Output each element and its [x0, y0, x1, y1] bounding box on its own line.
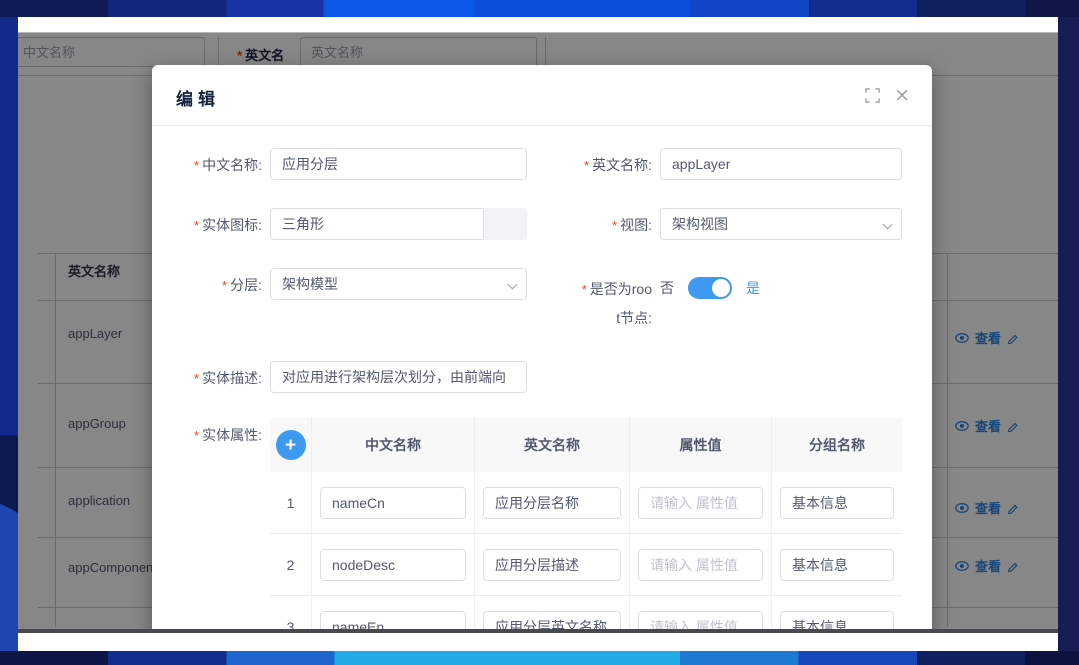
bottom-decor-band: [0, 651, 1079, 665]
fullscreen-icon[interactable]: [865, 88, 880, 103]
attr-value-input[interactable]: [638, 487, 763, 519]
en-name-label: *英文名称:: [550, 155, 652, 175]
decor-curve: [0, 497, 18, 651]
toggle-off-label: 否: [660, 278, 674, 298]
required-asterisk: *: [582, 282, 587, 297]
attribute-row: 1: [270, 472, 902, 534]
toggle-on-label: 是: [746, 278, 760, 298]
required-asterisk: *: [194, 371, 199, 386]
required-asterisk: *: [194, 428, 199, 443]
view-select[interactable]: [660, 208, 902, 240]
bottom-white-strip: [18, 633, 1058, 651]
attributes-table-header: + 中文名称 英文名称 属性值 分组名称: [270, 418, 902, 472]
top-decor-band: [0, 0, 1079, 17]
entity-desc-input[interactable]: [270, 361, 527, 393]
app-bottom-edge: [18, 629, 1058, 633]
col-header-en-name: 英文名称: [475, 418, 630, 472]
app-top-bar: [18, 17, 1058, 33]
required-asterisk: *: [584, 158, 589, 173]
required-asterisk: *: [612, 218, 617, 233]
entity-attrs-label: *实体属性:: [152, 425, 262, 445]
left-decor-strip: [0, 17, 18, 651]
attr-en-name-input[interactable]: [483, 549, 621, 581]
view-label: *视图:: [550, 215, 652, 235]
toggle-knob: [712, 279, 730, 297]
col-header-group-name: 分组名称: [772, 418, 902, 472]
modal-title: 编辑: [176, 85, 220, 110]
add-attribute-button[interactable]: +: [276, 430, 306, 460]
edit-modal: 编辑 × *中文名称: *英文名称: *实体图标:: [152, 65, 932, 633]
cn-name-input[interactable]: [270, 148, 527, 180]
required-asterisk: *: [194, 158, 199, 173]
entity-desc-label: *实体描述:: [152, 368, 262, 388]
attributes-table: + 中文名称 英文名称 属性值 分组名称 1 2 3: [270, 418, 902, 633]
close-icon[interactable]: ×: [894, 87, 910, 103]
layer-label: *分层:: [152, 275, 262, 295]
row-index: 1: [287, 495, 295, 511]
attribute-row: 2: [270, 534, 902, 596]
attr-group-input[interactable]: [780, 549, 894, 581]
col-header-cn-name: 中文名称: [312, 418, 475, 472]
app-window: *英文名 英文名称 appLayer appGroup application …: [18, 17, 1058, 633]
icon-picker-button[interactable]: [483, 208, 527, 240]
required-asterisk: *: [194, 218, 199, 233]
required-asterisk: *: [222, 278, 227, 293]
attribute-row: 3: [270, 596, 902, 633]
attr-group-input[interactable]: [780, 487, 894, 519]
row-index: 2: [287, 557, 295, 573]
attr-cn-name-input[interactable]: [320, 487, 466, 519]
attr-cn-name-input[interactable]: [320, 549, 466, 581]
is-root-label: *是否为roo t节点:: [550, 275, 652, 332]
en-name-input[interactable]: [660, 148, 902, 180]
col-header-attr-value: 属性值: [630, 418, 772, 472]
attr-en-name-input[interactable]: [483, 487, 621, 519]
entity-icon-label: *实体图标:: [152, 215, 262, 235]
attr-value-input[interactable]: [638, 549, 763, 581]
right-decor-strip: [1058, 17, 1079, 651]
is-root-toggle[interactable]: [688, 277, 732, 299]
divider: [152, 125, 932, 126]
layer-select[interactable]: [270, 268, 527, 300]
cn-name-label: *中文名称:: [152, 155, 262, 175]
